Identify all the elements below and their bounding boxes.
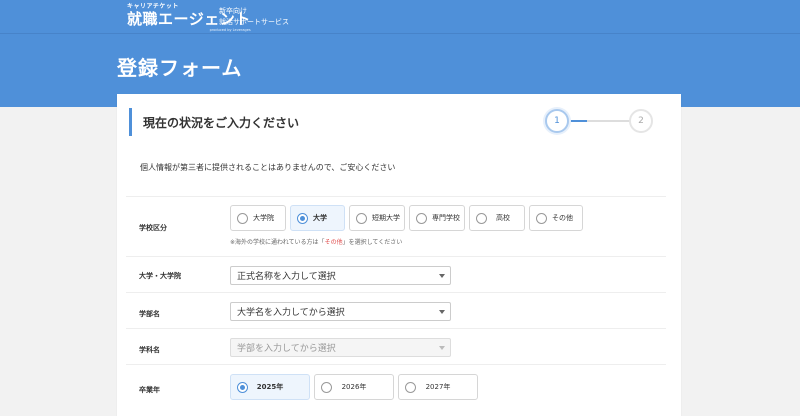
tagline-line-1: 新卒向け — [219, 7, 247, 15]
option-label: 専門学校 — [432, 214, 460, 222]
option-label: 2026年 — [341, 383, 367, 391]
graduation-year-row: 卒業年 — [126, 364, 666, 414]
school-type-hint: ※海外の学校に通われている方は「その他」を選択してください — [230, 237, 402, 246]
school-type-option-high-school[interactable]: 高校 — [469, 205, 525, 231]
step-2: 2 — [629, 109, 653, 133]
form-card: 現在の状況をご入力ください 1 2 個人情報が第三者に提供されることはありません… — [117, 94, 681, 416]
radio-icon — [356, 213, 367, 224]
faculty-select-text: 大学名を入力してから選択 — [237, 308, 345, 318]
radio-icon — [297, 213, 308, 224]
hint-text-other: その他 — [324, 239, 343, 246]
page-title: 登録フォーム — [117, 56, 243, 80]
step-1: 1 — [545, 109, 569, 133]
section-header: 現在の状況をご入力ください — [129, 108, 299, 136]
school-type-option-other[interactable]: その他 — [529, 205, 583, 231]
option-label: 短期大学 — [372, 214, 400, 222]
chevron-down-icon — [439, 346, 445, 350]
graduation-year-option-2027[interactable]: 2027年 — [398, 374, 478, 400]
radio-icon — [476, 213, 487, 224]
faculty-select[interactable]: 大学名を入力してから選択 — [230, 302, 451, 321]
school-type-option-junior-college[interactable]: 短期大学 — [349, 205, 405, 231]
school-type-option-vocational[interactable]: 専門学校 — [409, 205, 465, 231]
school-type-label: 学校区分 — [139, 224, 167, 232]
department-select[interactable]: 学部を入力してから選択 — [230, 338, 451, 357]
department-select-text: 学部を入力してから選択 — [237, 344, 336, 354]
tagline: 新卒向け 就活サポートサービス — [219, 6, 289, 28]
tagline-line-2: 就活サポートサービス — [219, 18, 289, 26]
university-select[interactable]: 正式名称を入力して選択 — [230, 266, 451, 285]
radio-icon — [536, 213, 547, 224]
hint-text-pre: ※海外の学校に通われている方は「 — [230, 239, 325, 246]
logo-sub-text: produced by Leverages — [209, 28, 251, 32]
step-indicator: 1 2 — [545, 109, 653, 133]
option-label: 高校 — [496, 214, 510, 222]
graduation-year-option-2026[interactable]: 2026年 — [314, 374, 394, 400]
top-bar: キャリアチケット 就職エージェント produced by Leverages … — [0, 0, 800, 34]
hint-text-post: 」を選択してください — [342, 239, 403, 246]
university-label: 大学・大学院 — [139, 272, 181, 280]
school-type-option-university[interactable]: 大学 — [290, 205, 345, 231]
privacy-note: 個人情報が第三者に提供されることはありませんので、ご安心ください — [140, 163, 396, 172]
school-type-option-graduate[interactable]: 大学院 — [230, 205, 286, 231]
section-title: 現在の状況をご入力ください — [143, 115, 300, 130]
option-label: その他 — [552, 214, 573, 222]
graduation-year-label: 卒業年 — [139, 386, 160, 394]
option-label: 2027年 — [425, 383, 451, 391]
faculty-label: 学部名 — [139, 310, 160, 318]
option-label: 2025年 — [256, 383, 284, 391]
option-label: 大学院 — [253, 214, 274, 222]
chevron-down-icon — [439, 310, 445, 314]
graduation-year-option-2025[interactable]: 2025年 — [230, 374, 310, 400]
department-label: 学科名 — [139, 346, 160, 354]
radio-icon — [416, 213, 427, 224]
step-line-progress — [567, 120, 587, 122]
option-label: 大学 — [313, 214, 327, 222]
chevron-down-icon — [439, 274, 445, 278]
university-select-text: 正式名称を入力して選択 — [237, 272, 336, 282]
radio-icon — [237, 213, 248, 224]
